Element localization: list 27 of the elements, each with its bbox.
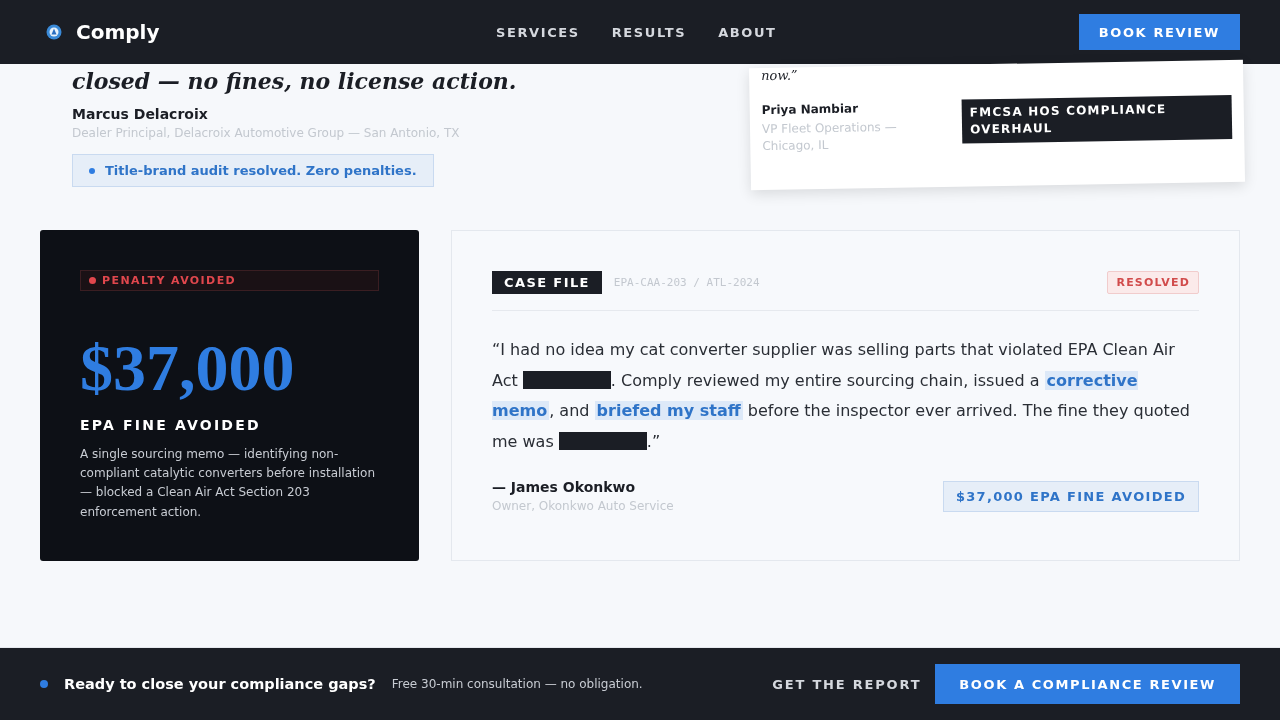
person-name: Priya Nambiar — [761, 100, 860, 118]
headline: closed — no fines, no license action. — [72, 68, 517, 94]
status-badge: PENALTY AVOIDED — [80, 270, 379, 291]
author-name: — James Okonkwo — [492, 479, 637, 495]
brand-name[interactable]: Comply — [76, 20, 160, 44]
stat-description: A single sourcing memo — identifying non-compliant catalytic converters before installation — blocked a Clean Air Act Section 203 enforcement action. — [80, 446, 377, 521]
cta-subtitle: Free 30-min consultation — no obligation. — [391, 677, 643, 691]
nav-link[interactable]: RESULTS — [611, 24, 687, 40]
amount-text: $37,000 — [80, 335, 296, 401]
service-tag: FMCSA HOS COMPLIANCE OVERHAUL — [961, 94, 1233, 144]
status-dot — [40, 680, 48, 688]
cta-title: Ready to close your compliance gaps? — [64, 676, 376, 692]
person-name: Marcus Delacroix — [72, 106, 209, 122]
logo-icon — [46, 24, 62, 40]
outcome-badge: $37,000 EPA FINE AVOIDED — [942, 480, 1199, 512]
quote-text: “I had no idea my cat converter supplier was selling parts that violated EPA Clean Air Act . Comply reviewed my entire sourcing chain, issued a corrective memo, and briefed my staff before the inspector ever arrived. The fine they quoted me was .” — [492, 339, 1191, 453]
book-review-button[interactable]: BOOK REVIEW — [1078, 14, 1240, 50]
quote-text: now.” — [760, 66, 799, 84]
report-link[interactable]: GET THE REPORT — [772, 676, 922, 692]
nav-link[interactable]: SERVICES — [496, 24, 580, 40]
status-badge: RESOLVED — [1107, 271, 1199, 294]
book-review-button[interactable]: BOOK A COMPLIANCE REVIEW — [935, 664, 1240, 704]
person-role: VP Fleet Operations — Chicago, IL — [761, 118, 898, 155]
case-file-tag: CASE FILE — [492, 271, 602, 294]
stat-label: EPA FINE AVOIDED — [80, 417, 262, 433]
result-pill: Title-brand audit resolved. Zero penalties. — [72, 154, 434, 187]
nav-link[interactable]: ABOUT — [718, 24, 777, 40]
